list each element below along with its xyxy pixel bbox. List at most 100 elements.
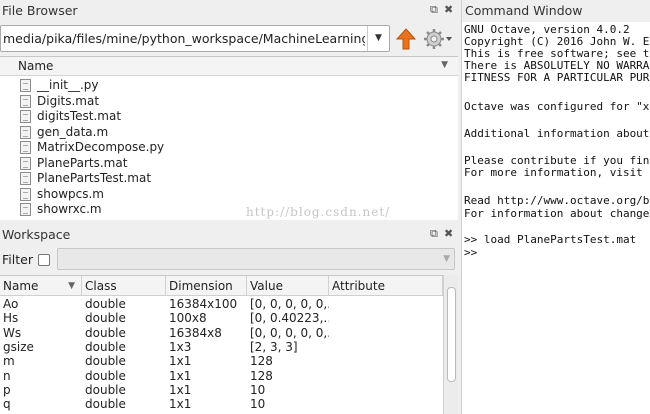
var-name[interactable]: n	[0, 369, 82, 383]
file-icon	[20, 141, 31, 154]
var-value: 10	[250, 397, 266, 412]
filter-combobox: ▼	[57, 248, 455, 270]
file-row[interactable]: __init__.py	[0, 78, 458, 94]
var-dimension: 1x1	[169, 382, 192, 397]
console-line: For information about changes	[464, 207, 650, 220]
settings-button[interactable]	[423, 28, 455, 50]
file-name[interactable]: MatrixDecompose.py	[37, 140, 164, 155]
var-name[interactable]: Ws	[0, 326, 82, 340]
command-window-title: Command Window	[465, 3, 583, 18]
file-row[interactable]: PlanePartsTest.mat	[0, 171, 458, 187]
console-line: FITNESS FOR A PARTICULAR PURP	[464, 71, 650, 84]
var-value: 128	[250, 354, 273, 369]
var-dimension: 1x1	[169, 368, 192, 383]
command-window-pane[interactable]: Command Window GNU Octave, version 4.0.2…	[461, 0, 650, 414]
var-name[interactable]: Hs	[0, 311, 82, 325]
console-prompt[interactable]: >>	[464, 247, 477, 259]
command-window-titlebar: Command Window	[462, 0, 650, 22]
var-value: [2, 3, 3]	[250, 339, 298, 354]
var-name[interactable]: gsize	[0, 340, 82, 354]
var-value: 128	[250, 368, 273, 383]
file-name[interactable]: __init__.py	[37, 78, 99, 93]
table-row[interactable]: q double 1x1 10	[0, 397, 443, 411]
column-header-name[interactable]: Name ▼	[0, 276, 82, 296]
file-name[interactable]: PlanePartsTest.mat	[37, 171, 151, 186]
file-name[interactable]: PlaneParts.mat	[37, 156, 127, 171]
var-dimension: 1x1	[169, 354, 192, 369]
file-browser-pane: File Browser ⧉ ✖ media/pika/files/mine/p…	[0, 0, 458, 224]
table-header[interactable]: Name ▼ Class Dimension Value Attribute	[0, 276, 443, 296]
filter-checkbox[interactable]	[38, 254, 50, 266]
console-line: For more information, visit h	[464, 166, 650, 179]
file-browser-title: File Browser	[2, 3, 78, 18]
file-icon	[20, 172, 31, 185]
name-column-header[interactable]: Name	[18, 59, 53, 73]
close-icon[interactable]: ✖	[444, 227, 453, 241]
var-class: double	[85, 311, 126, 326]
var-value: [0, 0, 0, 0, 0,…	[250, 325, 329, 340]
vertical-scrollbar[interactable]	[443, 275, 458, 414]
var-name[interactable]: p	[0, 383, 82, 397]
file-name[interactable]: Digits.mat	[37, 94, 99, 109]
undock-icon[interactable]: ⧉	[430, 227, 438, 241]
var-class: double	[85, 382, 126, 397]
file-name[interactable]: showpcs.m	[37, 187, 104, 202]
var-name[interactable]: q	[0, 397, 82, 411]
var-name[interactable]: m	[0, 354, 82, 368]
file-name[interactable]: digitsTest.mat	[37, 109, 121, 124]
var-dimension: 100x8	[169, 311, 207, 326]
path-combobox[interactable]: media/pika/files/mine/python_workspace/M…	[0, 25, 390, 52]
file-icon	[20, 203, 31, 216]
var-class: double	[85, 354, 126, 369]
column-header-value[interactable]: Value	[247, 276, 329, 296]
table-row[interactable]: Ao double 16384x100 [0, 0, 0, 0, 0,…	[0, 297, 443, 311]
undock-icon[interactable]: ⧉	[430, 3, 438, 17]
workspace-pane: Workspace ⧉ ✖ Filter ▼ Name ▼ Class Dimen…	[0, 224, 458, 414]
file-row[interactable]: MatrixDecompose.py	[0, 140, 458, 156]
console-line: Additional information about	[464, 127, 650, 140]
file-row[interactable]: Digits.mat	[0, 94, 458, 110]
sort-indicator-icon: ▼	[68, 281, 75, 291]
file-list-header[interactable]: Name ▼	[0, 57, 458, 76]
file-icon	[20, 156, 31, 170]
var-class: double	[85, 297, 126, 311]
chevron-down-icon[interactable]: ▼	[367, 26, 389, 51]
console-line: Octave was configured for "x8	[464, 100, 650, 113]
variables-table[interactable]: Name ▼ Class Dimension Value Attribute Ao…	[0, 275, 443, 414]
file-row[interactable]: gen_data.m	[0, 125, 458, 141]
file-name[interactable]: gen_data.m	[37, 125, 108, 140]
path-text[interactable]: media/pika/files/mine/python_workspace/M…	[3, 31, 365, 46]
column-header-class[interactable]: Class	[82, 276, 166, 296]
column-header-attribute[interactable]: Attribute	[329, 276, 443, 296]
watermark-text: http://blog.csdn.net/	[246, 205, 391, 219]
table-row[interactable]: p double 1x1 10	[0, 383, 443, 397]
column-header-dimension[interactable]: Dimension	[166, 276, 247, 296]
arrow-up-icon	[395, 28, 417, 50]
var-class: double	[85, 339, 126, 354]
var-class: double	[85, 368, 126, 383]
var-dimension: 1x1	[169, 397, 192, 412]
chevron-down-icon: ▼	[443, 254, 450, 264]
file-list[interactable]: Name ▼ __init__.py Digits.mat digitsTest…	[0, 56, 458, 220]
console-line: >> load PlanePartsTest.mat	[464, 233, 637, 246]
var-dimension: 16384x8	[169, 325, 222, 340]
table-row[interactable]: m double 1x1 128	[0, 354, 443, 368]
scrollbar-thumb[interactable]	[447, 287, 456, 382]
var-dimension: 16384x100	[169, 297, 238, 311]
gear-icon	[424, 29, 452, 49]
file-row[interactable]: digitsTest.mat	[0, 109, 458, 125]
close-icon[interactable]: ✖	[444, 3, 453, 17]
var-value: [0, 0.40223,…	[250, 311, 329, 326]
parent-directory-button[interactable]	[395, 27, 417, 51]
file-row[interactable]: showpcs.m	[0, 187, 458, 203]
table-row[interactable]: gsize double 1x3 [2, 3, 3]	[0, 340, 443, 354]
file-name[interactable]: showrxc.m	[37, 202, 102, 217]
file-icon	[20, 125, 31, 139]
table-row[interactable]: Ws double 16384x8 [0, 0, 0, 0, 0,…	[0, 326, 443, 340]
file-row[interactable]: PlaneParts.mat	[0, 156, 458, 172]
var-class: double	[85, 397, 126, 412]
table-row[interactable]: n double 1x1 128	[0, 369, 443, 383]
sort-indicator-icon[interactable]: ▼	[441, 60, 448, 70]
table-row[interactable]: Hs double 100x8 [0, 0.40223,…	[0, 311, 443, 325]
var-name[interactable]: Ao	[0, 297, 82, 311]
